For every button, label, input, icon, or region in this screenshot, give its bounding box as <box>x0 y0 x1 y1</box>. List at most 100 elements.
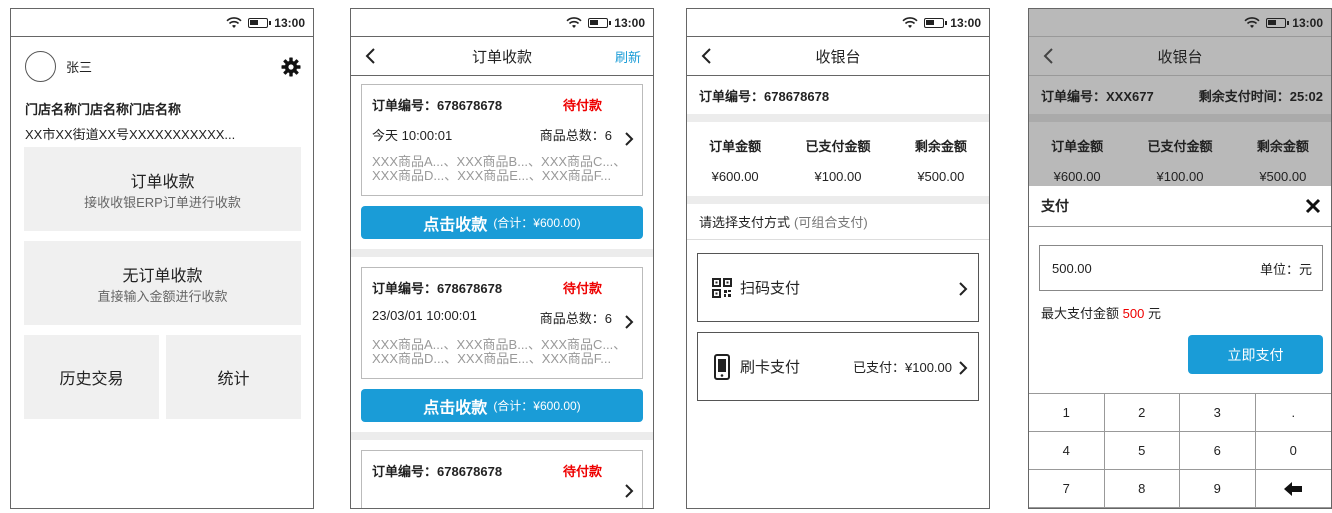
store-address: XX市XX街道XX号XXXXXXXXXXX... <box>25 127 236 142</box>
status-time: 13:00 <box>950 15 981 30</box>
chevron-right-icon <box>625 484 634 498</box>
numeric-keypad: 1 2 3 . 4 5 6 0 7 8 9 <box>1029 393 1331 508</box>
back-arrow-icon[interactable] <box>361 45 381 67</box>
phone-icon <box>714 353 730 380</box>
cashier-screen: 13:00 收银台 订单编号：678678678 订单金额 ¥600.00 已支付… <box>686 8 990 509</box>
back-arrow-icon[interactable] <box>697 45 717 67</box>
scan-pay-option[interactable]: 扫码支付 <box>697 253 979 322</box>
battery-icon <box>1266 17 1290 28</box>
refresh-button[interactable]: 刷新 <box>615 47 641 66</box>
nav-bar: 收银台 <box>687 37 989 76</box>
sheet-title: 支付 <box>1041 198 1069 214</box>
key-6[interactable]: 6 <box>1180 432 1256 470</box>
card-pay-label: 刷卡支付 <box>740 359 801 376</box>
tile-subtitle: 直接输入金额进行收款 <box>97 288 228 304</box>
status-time: 13:00 <box>274 15 305 30</box>
order-number: 订单编号：678678678 <box>372 464 503 479</box>
close-icon[interactable] <box>1305 198 1321 214</box>
backspace-key[interactable] <box>1255 470 1331 508</box>
order-status: 待付款 <box>562 281 602 296</box>
key-dot[interactable]: . <box>1255 394 1331 432</box>
payment-sheet: 支付 500.00 单位：元 最大支付金额 500 元 立即支付 1 2 3 .… <box>1029 186 1331 508</box>
nav-bar: 收银台 <box>1029 37 1331 76</box>
remaining-time: 剩余支付时间：25:02 <box>1198 88 1323 104</box>
back-arrow-icon[interactable] <box>1039 45 1059 67</box>
order-pay-tile[interactable]: 订单收款 接收收银ERP订单进行收款 <box>24 147 301 231</box>
key-4[interactable]: 4 <box>1029 432 1105 470</box>
card-pay-option[interactable]: 刷卡支付 已支付：¥100.00 <box>697 332 979 401</box>
key-5[interactable]: 5 <box>1104 432 1180 470</box>
order-amount: 订单金额 ¥600.00 <box>709 139 762 184</box>
wifi-icon <box>1244 16 1260 28</box>
order-info-row: 订单编号：XXX677 剩余支付时间：25:02 <box>1029 76 1331 114</box>
collect-payment-button[interactable]: 点击收款 (合计：¥600.00) <box>361 206 643 239</box>
status-bar: 13:00 <box>1029 9 1331 37</box>
max-amount-note: 最大支付金额 500 元 <box>1041 306 1161 321</box>
divider <box>351 249 653 257</box>
page-title: 收银台 <box>1157 48 1203 66</box>
store-name: 门店名称门店名称门店名称 <box>25 102 182 117</box>
order-number: 订单编号：XXX677 <box>1041 88 1154 104</box>
paid-amount: 已支付金额 ¥100.00 <box>1147 139 1213 184</box>
avatar[interactable] <box>25 50 56 82</box>
stats-tile[interactable]: 统计 <box>166 335 301 419</box>
amount-unit: 单位：元 <box>1259 261 1312 277</box>
tile-title: 统计 <box>217 371 250 388</box>
card-paid-amount: 已支付：¥100.00 <box>853 360 952 375</box>
key-8[interactable]: 8 <box>1104 470 1180 508</box>
amount-summary: 订单金额 ¥600.00 已支付金额 ¥100.00 剩余金额 ¥500.00 <box>1029 122 1331 196</box>
amount-value: 500.00 <box>1052 260 1092 276</box>
key-2[interactable]: 2 <box>1104 394 1180 432</box>
order-items: XXX商品A...、XXX商品B...、XXX商品C...、 XXX商品D...、… <box>372 337 627 366</box>
collect-payment-button[interactable]: 点击收款 (合计：¥600.00) <box>361 389 643 422</box>
order-card[interactable]: 订单编号：678678678 待付款 23/03/01 10:00:01 商品总数：… <box>361 267 643 379</box>
key-0[interactable]: 0 <box>1255 432 1331 470</box>
remaining-amount: 剩余金额 ¥500.00 <box>1256 139 1309 184</box>
payment-sheet-screen: 13:00 收银台 订单编号：XXX677 剩余支付时间：25:02 订单金额 ¥… <box>1028 8 1332 509</box>
status-time: 13:00 <box>614 15 645 30</box>
dimmed-background: 13:00 收银台 订单编号：XXX677 剩余支付时间：25:02 订单金额 ¥… <box>1029 9 1331 186</box>
wifi-icon <box>226 16 242 28</box>
status-bar: 13:00 <box>687 9 989 37</box>
order-number: 订单编号：678678678 <box>372 98 503 113</box>
order-card[interactable]: 订单编号：678678678 待付款 今天 10:00:01 商品总数：6 XXX商… <box>361 84 643 196</box>
history-tile[interactable]: 历史交易 <box>24 335 159 419</box>
status-time: 13:00 <box>1292 15 1323 30</box>
key-1[interactable]: 1 <box>1029 394 1105 432</box>
battery-icon <box>924 17 948 28</box>
gear-icon[interactable] <box>281 57 301 77</box>
order-items: XXX商品A...、XXX商品B...、XXX商品C...、 XXX商品D...、… <box>372 154 627 183</box>
sheet-header: 支付 <box>1029 186 1331 227</box>
tile-title: 订单收款 <box>130 173 195 191</box>
paid-amount: 已支付金额 ¥100.00 <box>805 139 871 184</box>
chevron-right-icon <box>959 361 968 375</box>
tile-title: 无订单收款 <box>122 267 203 285</box>
amount-summary: 订单金额 ¥600.00 已支付金额 ¥100.00 剩余金额 ¥500.00 <box>687 122 989 196</box>
order-card[interactable]: 订单编号：678678678 待付款 <box>361 450 643 508</box>
chevron-right-icon <box>625 132 634 146</box>
key-9[interactable]: 9 <box>1180 470 1256 508</box>
amount-field[interactable]: 500.00 单位：元 <box>1039 245 1323 291</box>
no-order-pay-tile[interactable]: 无订单收款 直接输入金额进行收款 <box>24 241 301 325</box>
pay-now-button[interactable]: 立即支付 <box>1188 335 1323 374</box>
tile-title: 历史交易 <box>59 371 124 388</box>
user-row: 张三 <box>11 37 313 95</box>
key-3[interactable]: 3 <box>1180 394 1256 432</box>
page-title: 收银台 <box>815 48 861 66</box>
key-7[interactable]: 7 <box>1029 470 1105 508</box>
order-number: 订单编号：678678678 <box>372 281 503 296</box>
item-count: 商品总数：6 <box>539 311 612 326</box>
qr-code-icon <box>712 277 732 298</box>
nav-bar: 订单收款 刷新 <box>351 37 653 76</box>
order-number: 订单编号：678678678 <box>699 88 830 104</box>
battery-icon <box>248 17 272 28</box>
wifi-icon <box>902 16 918 28</box>
order-time: 23/03/01 10:00:01 <box>372 308 477 323</box>
wifi-icon <box>566 16 582 28</box>
order-time: 今天 10:00:01 <box>372 128 453 143</box>
scan-pay-label: 扫码支付 <box>740 280 801 297</box>
divider <box>1029 114 1331 122</box>
page-title: 订单收款 <box>471 48 532 66</box>
chevron-right-icon <box>959 282 968 296</box>
order-status: 待付款 <box>562 464 602 479</box>
